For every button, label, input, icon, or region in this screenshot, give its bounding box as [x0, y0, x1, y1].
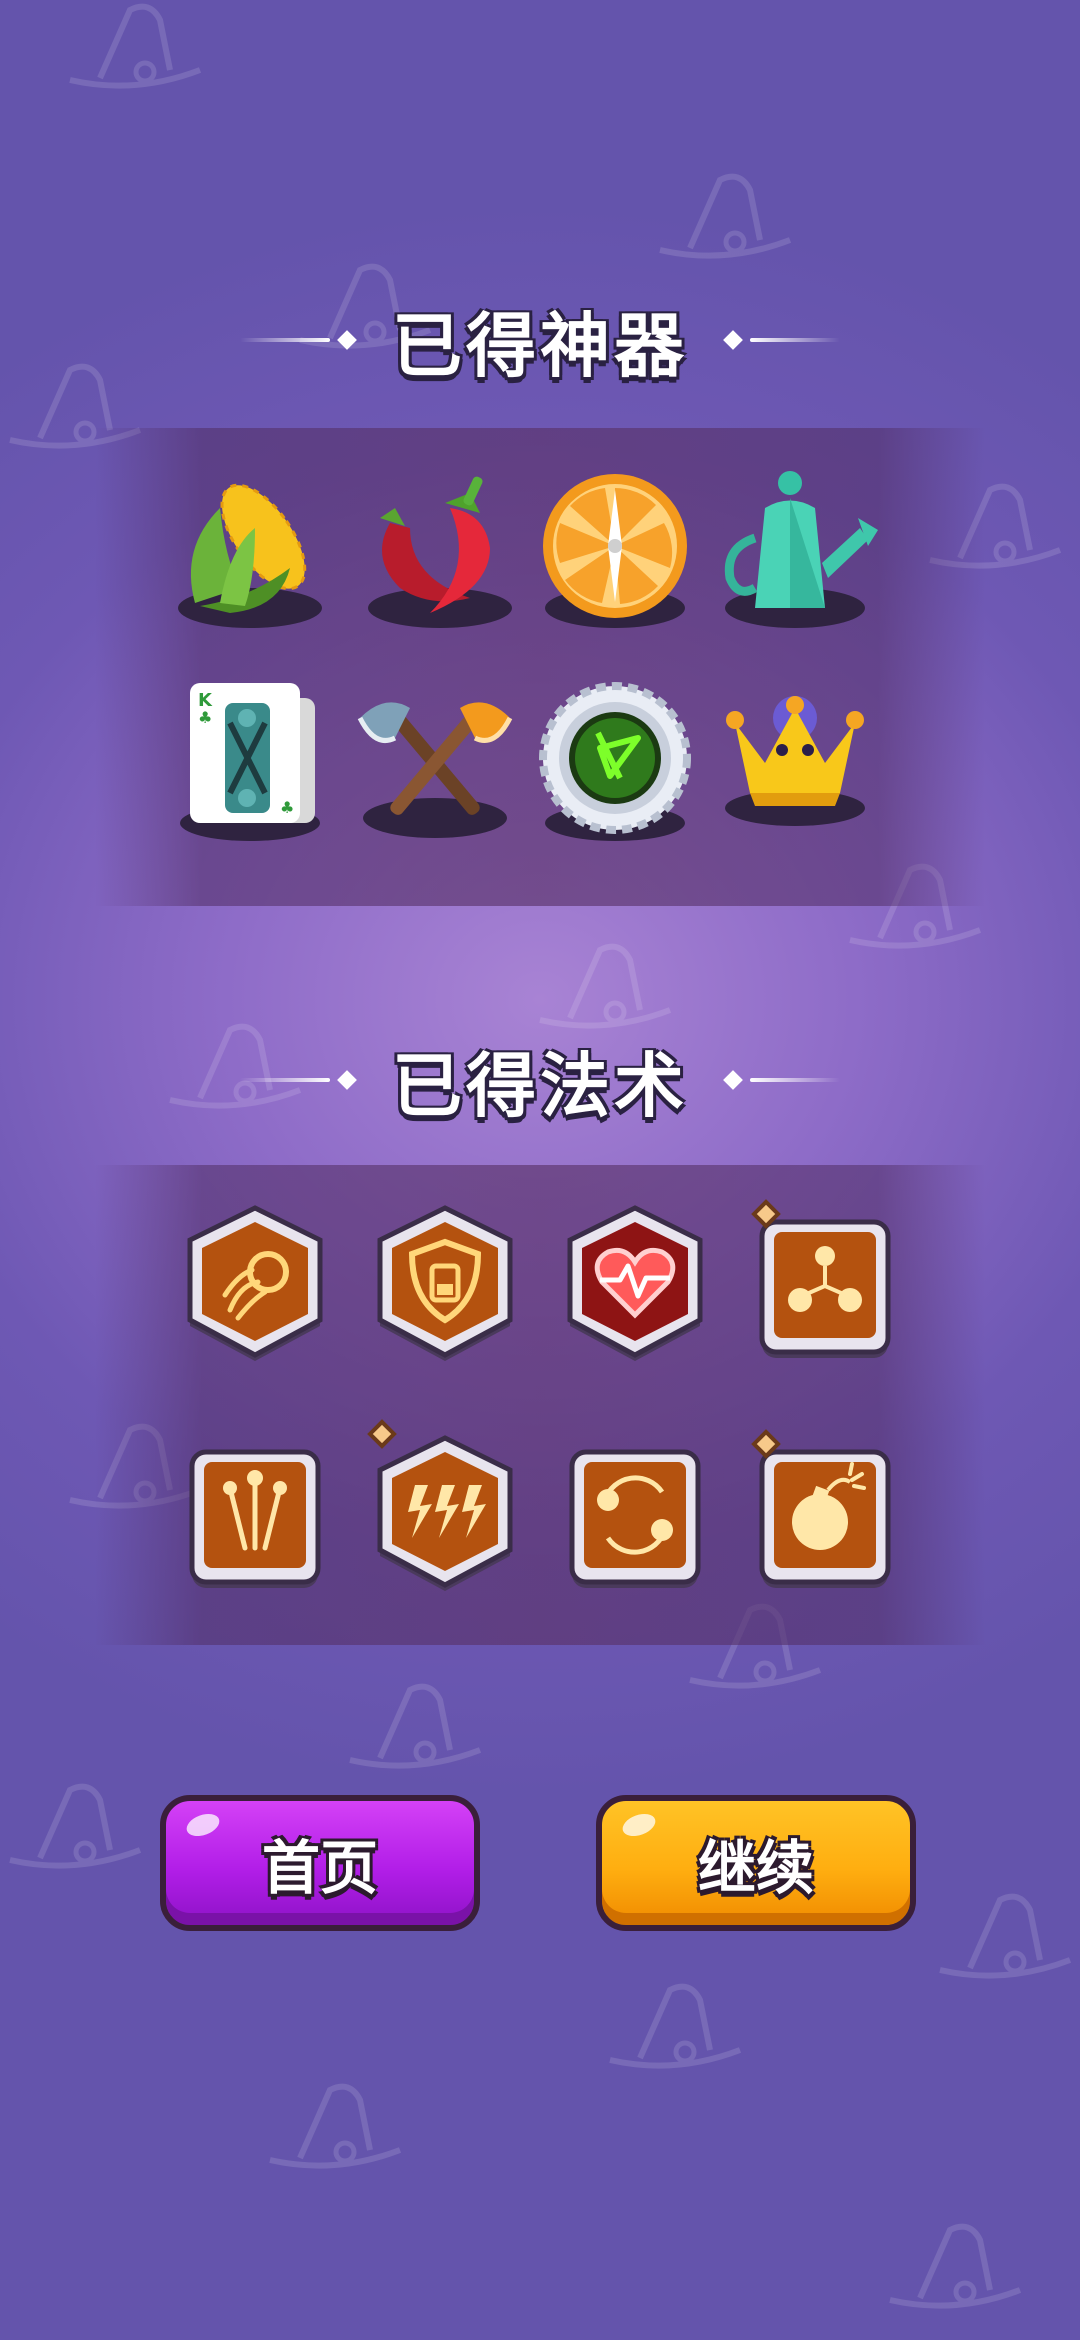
spells-panel: [95, 1165, 985, 1645]
svg-text:♣: ♣: [280, 798, 294, 817]
king-card-icon[interactable]: K ♣ ♣: [170, 678, 340, 848]
button-shine: [183, 1809, 223, 1841]
spells-header: 已得法术: [0, 1025, 1080, 1135]
split-orbs-spell-icon[interactable]: [740, 1199, 910, 1370]
corn-icon[interactable]: [170, 468, 340, 638]
home-button-label: 首页: [261, 1834, 378, 1902]
artifacts-panel: K ♣ ♣: [95, 428, 985, 906]
watering-can-icon[interactable]: [710, 468, 880, 638]
artifacts-title: 已得神器: [392, 304, 688, 387]
orange-slice-compass-icon[interactable]: [530, 468, 700, 638]
hat-background-icon: [0, 1780, 150, 1880]
hat-background-icon: [260, 2080, 410, 2180]
continue-button[interactable]: 继续: [596, 1795, 916, 1931]
bomb-spell-icon[interactable]: [740, 1429, 910, 1600]
title-ornament-right: [716, 1070, 840, 1090]
spells-title: 已得法术: [392, 1044, 688, 1127]
bottle-cap-icon[interactable]: [530, 678, 700, 848]
triple-shot-spell-icon[interactable]: [170, 1430, 340, 1600]
lightning-spell-icon[interactable]: [360, 1419, 530, 1600]
title-ornament-left: [240, 330, 364, 350]
fireball-spell-icon[interactable]: [170, 1200, 340, 1370]
hat-background-icon: [60, 0, 210, 100]
svg-text:♣: ♣: [198, 708, 212, 727]
hat-background-icon: [600, 1980, 750, 2080]
title-ornament-right: [716, 330, 840, 350]
shield-spell-icon[interactable]: [360, 1200, 530, 1370]
hat-background-icon: [340, 1680, 490, 1780]
chili-pepper-icon[interactable]: [350, 468, 520, 638]
title-ornament-left: [240, 1070, 364, 1090]
button-shine: [619, 1809, 659, 1841]
crossed-axes-icon[interactable]: [350, 678, 520, 848]
crown-icon[interactable]: [710, 678, 880, 848]
home-button[interactable]: 首页: [160, 1795, 480, 1931]
orbit-spell-icon[interactable]: [550, 1430, 720, 1600]
hat-background-icon: [650, 170, 800, 270]
heartbeat-spell-icon[interactable]: [550, 1200, 720, 1370]
continue-button-label: 继续: [697, 1834, 814, 1902]
hat-background-icon: [880, 2220, 1030, 2320]
hat-background-icon: [930, 1890, 1080, 1990]
artifacts-header: 已得神器: [0, 285, 1080, 395]
